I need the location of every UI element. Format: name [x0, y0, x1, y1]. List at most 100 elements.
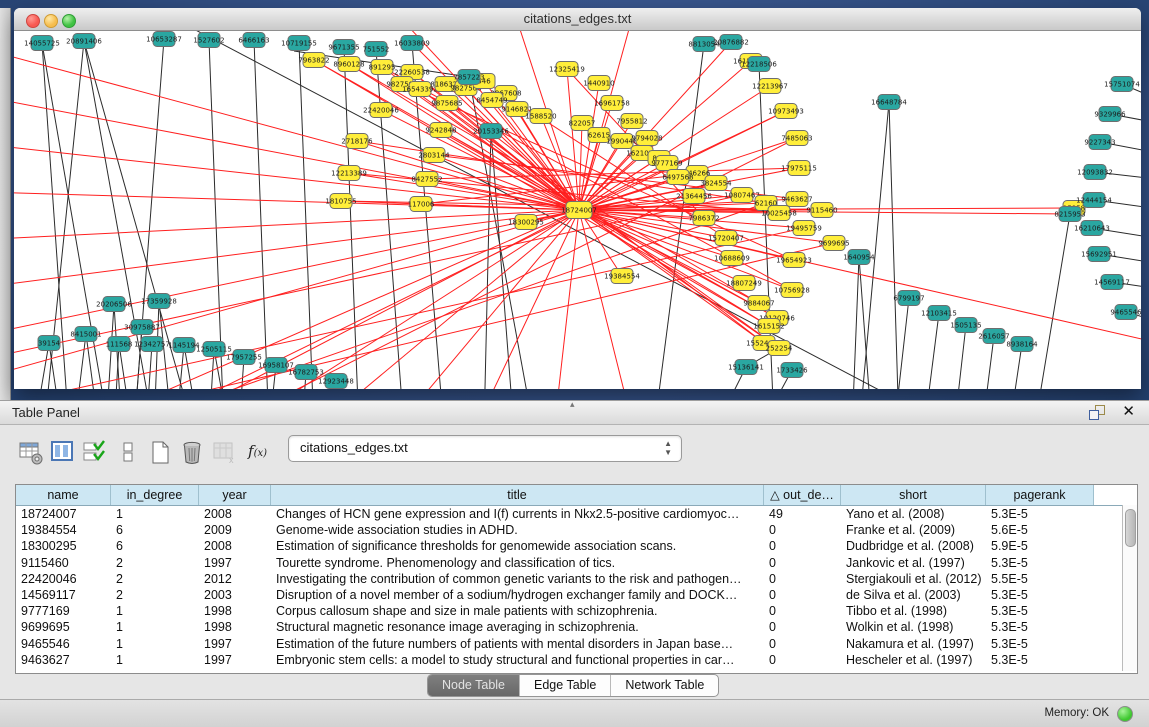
vertical-scrollbar[interactable] — [1122, 505, 1137, 671]
tab-network-table[interactable]: Network Table — [611, 675, 718, 696]
table-cell[interactable]: 0 — [764, 555, 841, 571]
table-row[interactable]: 1456911722003Disruption of a novel membe… — [16, 587, 1122, 603]
table-cell[interactable]: Tourette syndrome. Phenomenology and cla… — [271, 555, 764, 571]
select-rows-icon[interactable] — [82, 440, 108, 466]
network-canvas[interactable]: 1872400779638228960128891295222605389827… — [14, 31, 1141, 389]
table-cell[interactable]: 2 — [111, 555, 199, 571]
table-cell[interactable]: 1998 — [199, 603, 271, 619]
table-cell[interactable]: 0 — [764, 587, 841, 603]
table-cell[interactable]: Jankovic et al. (1997) — [841, 555, 986, 571]
table-cell[interactable]: 5.3E-5 — [986, 652, 1094, 668]
table-cell[interactable]: Corpus callosum shape and size in male p… — [271, 603, 764, 619]
table-cell[interactable]: 1 — [111, 636, 199, 652]
memory-status-indicator[interactable] — [1117, 706, 1133, 722]
scrollbar-thumb[interactable] — [1125, 509, 1136, 547]
table-cell[interactable]: Structural magnetic resonance image aver… — [271, 619, 764, 635]
table-cell[interactable]: 2008 — [199, 506, 271, 522]
table-settings-icon[interactable] — [18, 440, 44, 466]
panel-resize-grip[interactable]: ▴ — [570, 399, 575, 410]
table-cell[interactable]: 9463627 — [16, 652, 111, 668]
table-cell[interactable]: 2012 — [199, 571, 271, 587]
import-table-icon[interactable]: x — [212, 440, 238, 466]
table-select-dropdown[interactable]: citations_edges.txt ▲▼ — [288, 435, 682, 462]
table-cell[interactable]: 9115460 — [16, 555, 111, 571]
window-titlebar[interactable]: citations_edges.txt — [14, 8, 1141, 31]
table-cell[interactable]: de Silva et al. (2003) — [841, 587, 986, 603]
clear-selection-icon[interactable] — [116, 440, 142, 466]
column-header-title[interactable]: title — [271, 485, 764, 505]
table-cell[interactable]: Hescheler et al. (1997) — [841, 652, 986, 668]
table-row[interactable]: 946554611997Estimation of the future num… — [16, 636, 1122, 652]
table-cell[interactable]: 5.3E-5 — [986, 636, 1094, 652]
table-cell[interactable]: 5.6E-5 — [986, 522, 1094, 538]
table-cell[interactable]: 5.5E-5 — [986, 571, 1094, 587]
table-cell[interactable]: 18724007 — [16, 506, 111, 522]
table-cell[interactable]: 2 — [111, 571, 199, 587]
table-cell[interactable]: Estimation of the future numbers of pati… — [271, 636, 764, 652]
table-cell[interactable]: 1997 — [199, 555, 271, 571]
table-cell[interactable]: 1998 — [199, 619, 271, 635]
table-cell[interactable]: 22420046 — [16, 571, 111, 587]
tab-node-table[interactable]: Node Table — [428, 675, 520, 696]
table-cell[interactable]: 1 — [111, 506, 199, 522]
table-cell[interactable]: 2008 — [199, 538, 271, 554]
table-cell[interactable]: 0 — [764, 603, 841, 619]
tab-edge-table[interactable]: Edge Table — [520, 675, 611, 696]
table-body[interactable]: 1872400712008Changes of HCN gene express… — [16, 506, 1137, 668]
column-header-year[interactable]: year — [199, 485, 271, 505]
table-cell[interactable]: 5.3E-5 — [986, 555, 1094, 571]
column-header-out_de[interactable]: △ out_de… — [764, 485, 841, 505]
table-row[interactable]: 977716911998Corpus callosum shape and si… — [16, 603, 1122, 619]
table-cell[interactable]: 0 — [764, 619, 841, 635]
table-cell[interactable]: 49 — [764, 506, 841, 522]
table-cell[interactable]: 14569117 — [16, 587, 111, 603]
table-row[interactable]: 1830029562008Estimation of significance … — [16, 538, 1122, 554]
create-table-icon[interactable] — [148, 440, 174, 466]
table-cell[interactable]: 6 — [111, 522, 199, 538]
column-header-short[interactable]: short — [841, 485, 986, 505]
table-cell[interactable]: Genome-wide association studies in ADHD. — [271, 522, 764, 538]
table-cell[interactable]: 0 — [764, 571, 841, 587]
table-cell[interactable]: 2009 — [199, 522, 271, 538]
table-cell[interactable]: 9699695 — [16, 619, 111, 635]
table-cell[interactable]: Yano et al. (2008) — [841, 506, 986, 522]
table-cell[interactable]: Wolkin et al. (1998) — [841, 619, 986, 635]
node-table[interactable]: namein_degreeyeartitle△ out_de…shortpage… — [15, 484, 1138, 674]
column-header-name[interactable]: name — [16, 485, 111, 505]
table-row[interactable]: 946362711997Embryonic stem cells: a mode… — [16, 652, 1122, 668]
table-cell[interactable]: 2003 — [199, 587, 271, 603]
table-type-tabs[interactable]: Node TableEdge TableNetwork Table — [427, 674, 719, 697]
table-cell[interactable]: 1 — [111, 652, 199, 668]
show-columns-icon[interactable] — [50, 440, 76, 466]
network-nodes[interactable]: 1872400779638228960128891295222605389827… — [24, 32, 1141, 389]
table-cell[interactable]: 5.3E-5 — [986, 587, 1094, 603]
table-cell[interactable]: 18300295 — [16, 538, 111, 554]
table-cell[interactable]: 0 — [764, 522, 841, 538]
table-row[interactable]: 1938455462009Genome-wide association stu… — [16, 522, 1122, 538]
table-cell[interactable]: Embryonic stem cells: a model to study s… — [271, 652, 764, 668]
close-panel-icon[interactable]: ✕ — [1122, 403, 1135, 421]
function-builder-icon[interactable]: f(x) — [248, 442, 274, 468]
table-cell[interactable]: 5.9E-5 — [986, 538, 1094, 554]
delete-table-icon[interactable] — [180, 440, 206, 466]
table-cell[interactable]: 5.3E-5 — [986, 619, 1094, 635]
table-cell[interactable]: 0 — [764, 652, 841, 668]
table-cell[interactable]: 9777169 — [16, 603, 111, 619]
table-cell[interactable]: Franke et al. (2009) — [841, 522, 986, 538]
table-cell[interactable]: Tibbo et al. (1998) — [841, 603, 986, 619]
table-cell[interactable]: 1997 — [199, 652, 271, 668]
table-cell[interactable]: 2 — [111, 587, 199, 603]
table-cell[interactable]: Disruption of a novel member of a sodium… — [271, 587, 764, 603]
table-cell[interactable]: Nakamura et al. (1997) — [841, 636, 986, 652]
float-panel-icon[interactable] — [1089, 405, 1105, 420]
table-row[interactable]: 969969511998Structural magnetic resonanc… — [16, 619, 1122, 635]
table-cell[interactable]: 5.3E-5 — [986, 603, 1094, 619]
table-row[interactable]: 1872400712008Changes of HCN gene express… — [16, 506, 1122, 522]
table-cell[interactable]: Estimation of significance thresholds fo… — [271, 538, 764, 554]
column-header-in_degree[interactable]: in_degree — [111, 485, 199, 505]
table-cell[interactable]: 19384554 — [16, 522, 111, 538]
table-row[interactable]: 2242004622012Investigating the contribut… — [16, 571, 1122, 587]
table-cell[interactable]: Changes of HCN gene expression and I(f) … — [271, 506, 764, 522]
table-cell[interactable]: Dudbridge et al. (2008) — [841, 538, 986, 554]
table-cell[interactable]: 1 — [111, 603, 199, 619]
